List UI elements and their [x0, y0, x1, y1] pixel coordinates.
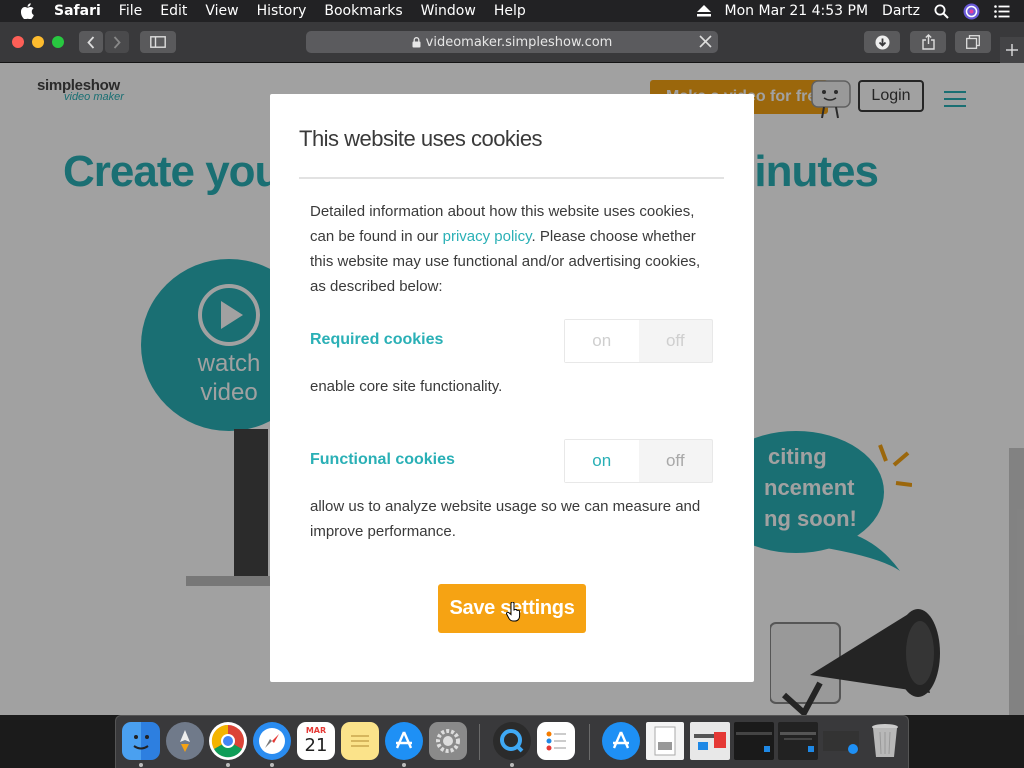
close-window-button[interactable] [12, 36, 24, 48]
launchpad-icon[interactable] [166, 722, 204, 760]
macos-menu-bar: Safari File Edit View History Bookmarks … [0, 0, 1024, 22]
app-store-downloads-icon[interactable] [602, 722, 640, 760]
cookie-info-text: Detailed information about how this webs… [310, 199, 720, 299]
chrome-running-dot [226, 763, 230, 767]
quicktime-running-dot [510, 763, 514, 767]
macos-dock: MAR 21 [115, 715, 909, 768]
system-preferences-icon[interactable] [429, 722, 467, 760]
menu-window[interactable]: Window [421, 3, 476, 19]
required-cookies-off: off [665, 331, 685, 350]
apple-logo-icon[interactable] [18, 0, 38, 22]
menu-edit[interactable]: Edit [160, 3, 187, 19]
safari-toolbar: videomaker.simpleshow.com [0, 22, 1024, 63]
menu-history[interactable]: History [257, 3, 307, 19]
dialog-title: This website uses cookies [299, 126, 543, 151]
sidebar-toggle-button[interactable] [140, 31, 176, 53]
lock-icon [412, 36, 421, 48]
calendar-icon[interactable]: MAR 21 [297, 722, 335, 760]
window-thumbnail-2-icon[interactable] [734, 722, 774, 760]
trash-icon[interactable] [866, 722, 904, 760]
menubar-user[interactable]: Dartz [882, 3, 920, 19]
finder-icon[interactable] [122, 722, 160, 760]
downloads-button[interactable] [864, 31, 900, 53]
zoom-window-button[interactable] [52, 36, 64, 48]
address-bar[interactable]: videomaker.simpleshow.com [306, 31, 718, 53]
clear-address-icon[interactable] [699, 35, 712, 48]
window-thumbnail-3-icon[interactable] [778, 722, 818, 760]
required-cookies-description: enable core site functionality. [310, 378, 503, 395]
menu-help[interactable]: Help [494, 3, 526, 19]
window-thumbnail-1-icon[interactable] [690, 722, 730, 760]
app-store-icon[interactable] [385, 722, 423, 760]
forward-button[interactable] [105, 31, 129, 53]
functional-cookies-on[interactable]: on [565, 440, 639, 482]
functional-cookies-description: allow us to analyze website usage so we … [310, 498, 701, 540]
app-store-running-dot [402, 763, 406, 767]
minimize-window-button[interactable] [32, 36, 44, 48]
dock-separator [589, 724, 590, 760]
finder-running-dot [139, 763, 143, 767]
app-menu-safari[interactable]: Safari [54, 3, 101, 19]
tab-overview-button[interactable] [955, 31, 991, 53]
cookie-consent-dialog: This website uses cookies Detailed infor… [270, 94, 754, 682]
window-thumbnail-4-icon[interactable] [822, 722, 860, 760]
menu-bookmarks[interactable]: Bookmarks [324, 3, 402, 19]
menubar-clock[interactable]: Mon Mar 21 4:53 PM [725, 3, 869, 19]
required-cookies-on: on [565, 320, 639, 362]
share-button[interactable] [910, 31, 946, 53]
notification-center-icon[interactable] [994, 4, 1010, 18]
title-divider [299, 177, 724, 179]
eject-icon[interactable] [696, 5, 711, 17]
back-button[interactable] [79, 31, 103, 53]
spotlight-search-icon[interactable] [934, 4, 949, 19]
chrome-icon[interactable] [209, 722, 247, 760]
quicktime-icon[interactable] [493, 722, 531, 760]
safari-running-dot [270, 763, 274, 767]
reminders-icon[interactable] [537, 722, 575, 760]
safari-icon[interactable] [253, 722, 291, 760]
siri-icon[interactable] [963, 3, 980, 20]
new-tab-button[interactable] [1000, 37, 1024, 63]
functional-cookies-toggle[interactable]: on off [564, 439, 713, 483]
menu-view[interactable]: View [205, 3, 238, 19]
required-cookies-toggle: on off [564, 319, 713, 363]
calendar-day: 21 [304, 735, 328, 756]
dock-separator [479, 724, 480, 760]
privacy-policy-link[interactable]: privacy policy [443, 228, 532, 245]
required-cookies-label: Required cookies [310, 331, 444, 348]
functional-cookies-off[interactable]: off [639, 440, 713, 482]
menu-file[interactable]: File [119, 3, 142, 19]
address-url: videomaker.simpleshow.com [425, 34, 613, 50]
hand-pointer-cursor-icon [506, 601, 522, 626]
document-icon[interactable] [646, 722, 684, 760]
notes-icon[interactable] [341, 722, 379, 760]
functional-cookies-label: Functional cookies [310, 451, 455, 468]
